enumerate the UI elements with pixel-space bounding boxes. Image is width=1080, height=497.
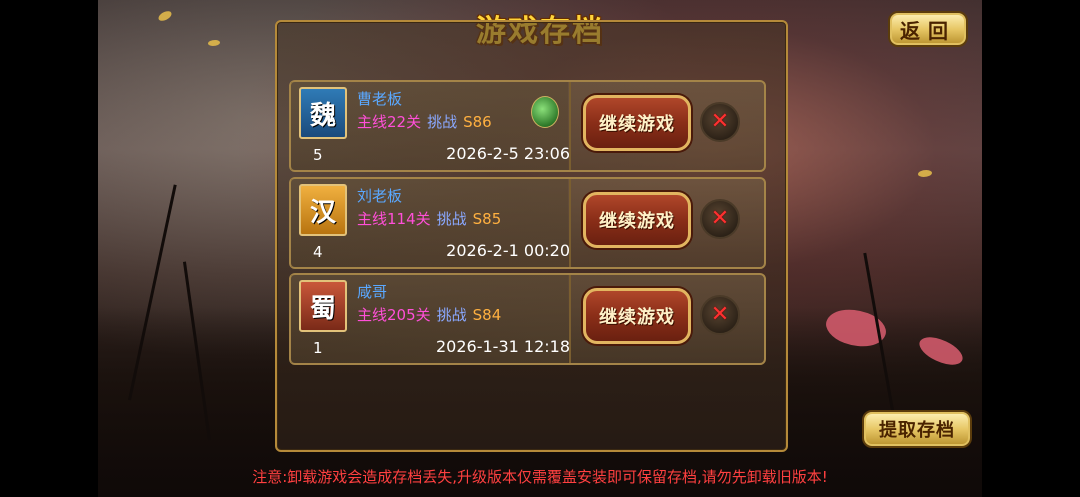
progress-line: 主线205关 挑战 S84 [357, 304, 501, 325]
save-slot-row: 汉 刘老板 主线114关 挑战 S85 4 2026-2-1 00:20 继续游戏 … [289, 177, 766, 269]
row-divider [569, 179, 571, 267]
server-tag: S86 [463, 113, 492, 131]
row-divider [569, 275, 571, 363]
challenge-label: 挑战 [427, 113, 458, 131]
delete-save-button[interactable]: ✕ [700, 199, 740, 239]
save-time: 2026-1-31 12:18 [436, 337, 570, 356]
player-name: 曹老板 [357, 90, 403, 108]
close-icon: ✕ [710, 206, 730, 231]
server-tag: S85 [472, 210, 502, 228]
server-tag: S84 [472, 306, 502, 324]
player-name: 刘老板 [357, 187, 403, 205]
delete-save-button[interactable]: ✕ [700, 295, 740, 335]
row-divider [569, 82, 571, 170]
save-time: 2026-2-5 23:06 [446, 144, 570, 163]
main-progress: 主线22关 [357, 113, 422, 131]
main-progress: 主线205关 [357, 306, 431, 324]
main-progress: 主线114关 [357, 210, 431, 228]
faction-badge-han: 汉 [299, 184, 347, 236]
player-name: 咸哥 [357, 283, 388, 301]
progress-line: 主线22关 挑战 S86 [357, 111, 492, 132]
delete-save-button[interactable]: ✕ [700, 102, 740, 142]
continue-game-button[interactable]: 继续游戏 [583, 288, 691, 344]
continue-game-button[interactable]: 继续游戏 [583, 192, 691, 248]
faction-badge-wei: 魏 [299, 87, 347, 139]
warning-text: 注意:卸载游戏会造成存档丢失,升级版本仅需覆盖安装即可保留存档,请勿先卸载旧版本… [252, 468, 828, 486]
save-slot-row: 魏 曹老板 主线22关 挑战 S86 5 2026-2-5 23:06 继续游戏 ✕ [289, 80, 766, 172]
continue-game-button[interactable]: 继续游戏 [583, 95, 691, 151]
extract-save-button[interactable]: 提取存档 [862, 410, 972, 448]
progress-line: 主线114关 挑战 S85 [357, 208, 501, 229]
save-list-panel: 魏 曹老板 主线22关 挑战 S86 5 2026-2-5 23:06 继续游戏 ✕… [275, 20, 788, 452]
petal-decoration [918, 170, 932, 177]
challenge-label: 挑战 [436, 306, 467, 324]
faction-badge-shu: 蜀 [299, 280, 347, 332]
close-icon: ✕ [710, 109, 730, 134]
challenge-label: 挑战 [436, 210, 467, 228]
slot-number: 5 [313, 146, 323, 164]
back-button[interactable]: 返回 [888, 11, 968, 47]
save-time: 2026-2-1 00:20 [446, 241, 570, 260]
save-slot-row: 蜀 咸哥 主线205关 挑战 S84 1 2026-1-31 12:18 继续游戏 … [289, 273, 766, 365]
green-medal-icon [531, 96, 559, 128]
close-icon: ✕ [710, 302, 730, 327]
slot-number: 4 [313, 243, 323, 261]
slot-number: 1 [313, 339, 323, 357]
